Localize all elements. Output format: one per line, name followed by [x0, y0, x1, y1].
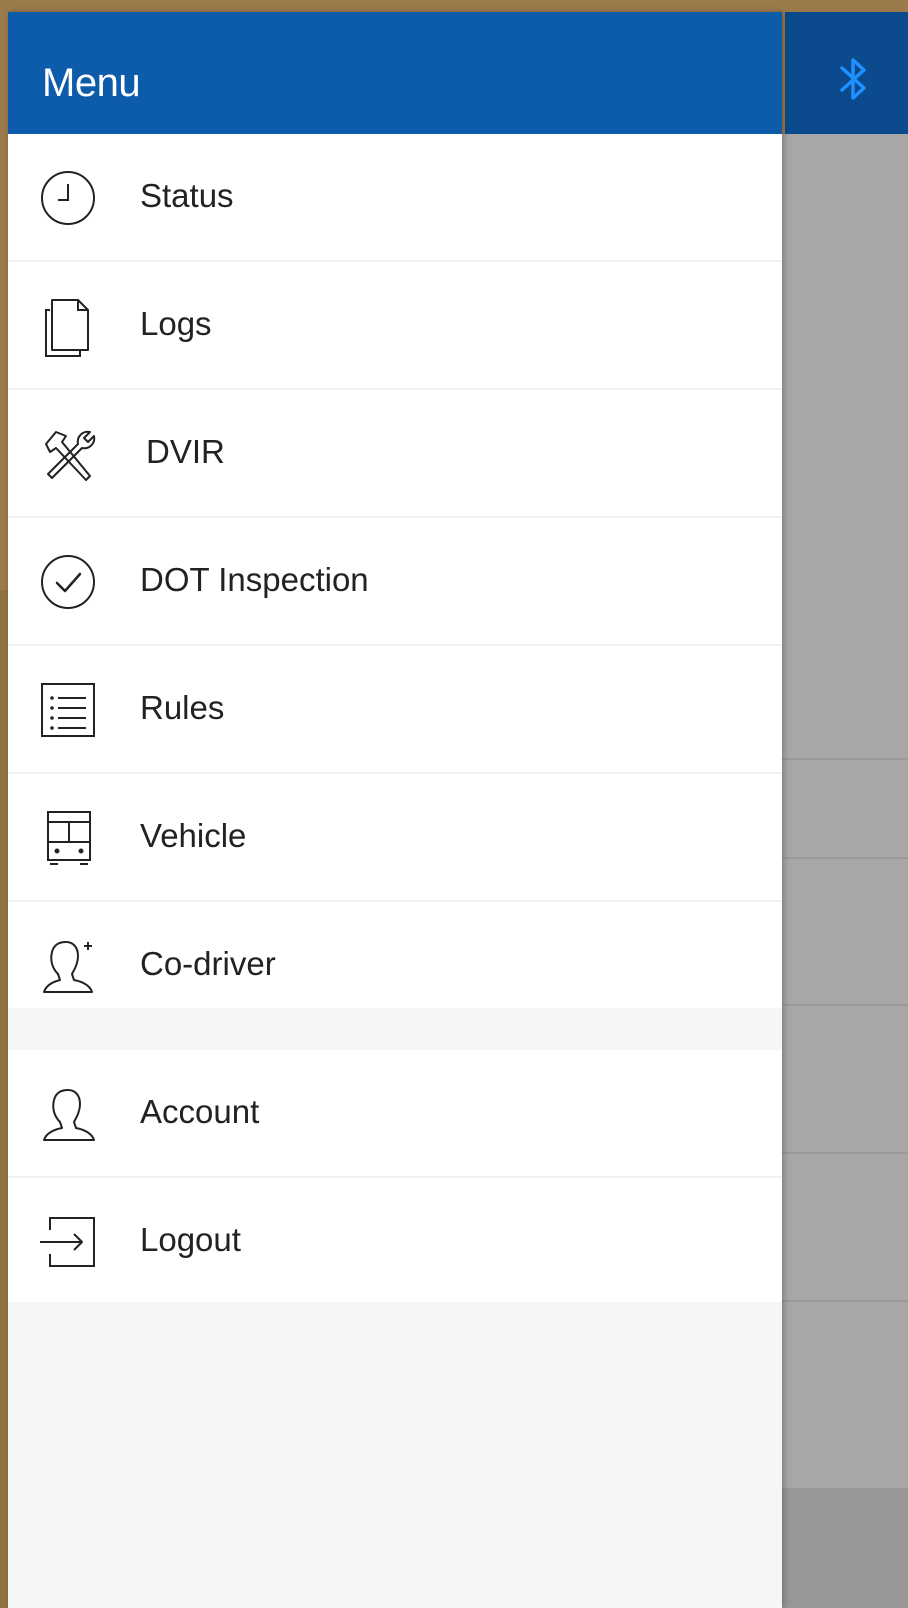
primary-menu: Status Logs DVIR DOT Inspection Rules Ve…: [8, 134, 782, 1008]
menu-item-label: DVIR: [146, 433, 225, 470]
logout-icon: [36, 1210, 100, 1274]
menu-item-label: Co-driver: [140, 945, 276, 982]
documents-icon: [36, 294, 100, 358]
menu-item-label: Account: [140, 1093, 260, 1130]
add-user-icon: [36, 934, 100, 998]
menu-item-dvir[interactable]: DVIR: [8, 390, 782, 518]
menu-item-logout[interactable]: Logout: [8, 1178, 782, 1306]
list-divider: [782, 1300, 908, 1302]
menu-item-status[interactable]: Status: [8, 134, 782, 262]
app-content-dimmed[interactable]: [782, 134, 908, 1608]
tools-icon: [36, 422, 100, 486]
app-frame: Menu Status Logs DVIR DOT Inspection Rul…: [0, 0, 908, 1608]
menu-item-rules[interactable]: Rules: [8, 646, 782, 774]
menu-item-label: Status: [140, 177, 234, 214]
secondary-menu: Account Logout: [8, 1050, 782, 1302]
menu-item-label: Vehicle: [140, 817, 247, 854]
menu-item-logs[interactable]: Logs: [8, 262, 782, 390]
list-divider: [782, 1152, 908, 1154]
drawer-header: Menu: [8, 12, 782, 134]
menu-item-co-driver[interactable]: Co-driver: [8, 902, 782, 1030]
navigation-drawer: Menu Status Logs DVIR DOT Inspection Rul…: [8, 12, 782, 1608]
check-circle-icon: [36, 550, 100, 614]
drawer-title: Menu: [42, 61, 141, 105]
clock-icon: [36, 166, 100, 230]
menu-item-label: Logs: [140, 305, 212, 342]
list-divider: [782, 1004, 908, 1006]
menu-item-dot-inspection[interactable]: DOT Inspection: [8, 518, 782, 646]
menu-item-vehicle[interactable]: Vehicle: [8, 774, 782, 902]
menu-item-account[interactable]: Account: [8, 1050, 782, 1178]
list-icon: [36, 678, 100, 742]
user-icon: [36, 1082, 100, 1146]
list-divider: [782, 857, 908, 859]
list-divider: [782, 758, 908, 760]
bluetooth-icon[interactable]: [836, 54, 872, 104]
menu-item-label: DOT Inspection: [140, 561, 369, 598]
app-footer-dimmed: [782, 1488, 908, 1608]
bus-icon: [36, 806, 100, 870]
menu-item-label: Rules: [140, 689, 225, 726]
menu-item-label: Logout: [140, 1221, 241, 1258]
